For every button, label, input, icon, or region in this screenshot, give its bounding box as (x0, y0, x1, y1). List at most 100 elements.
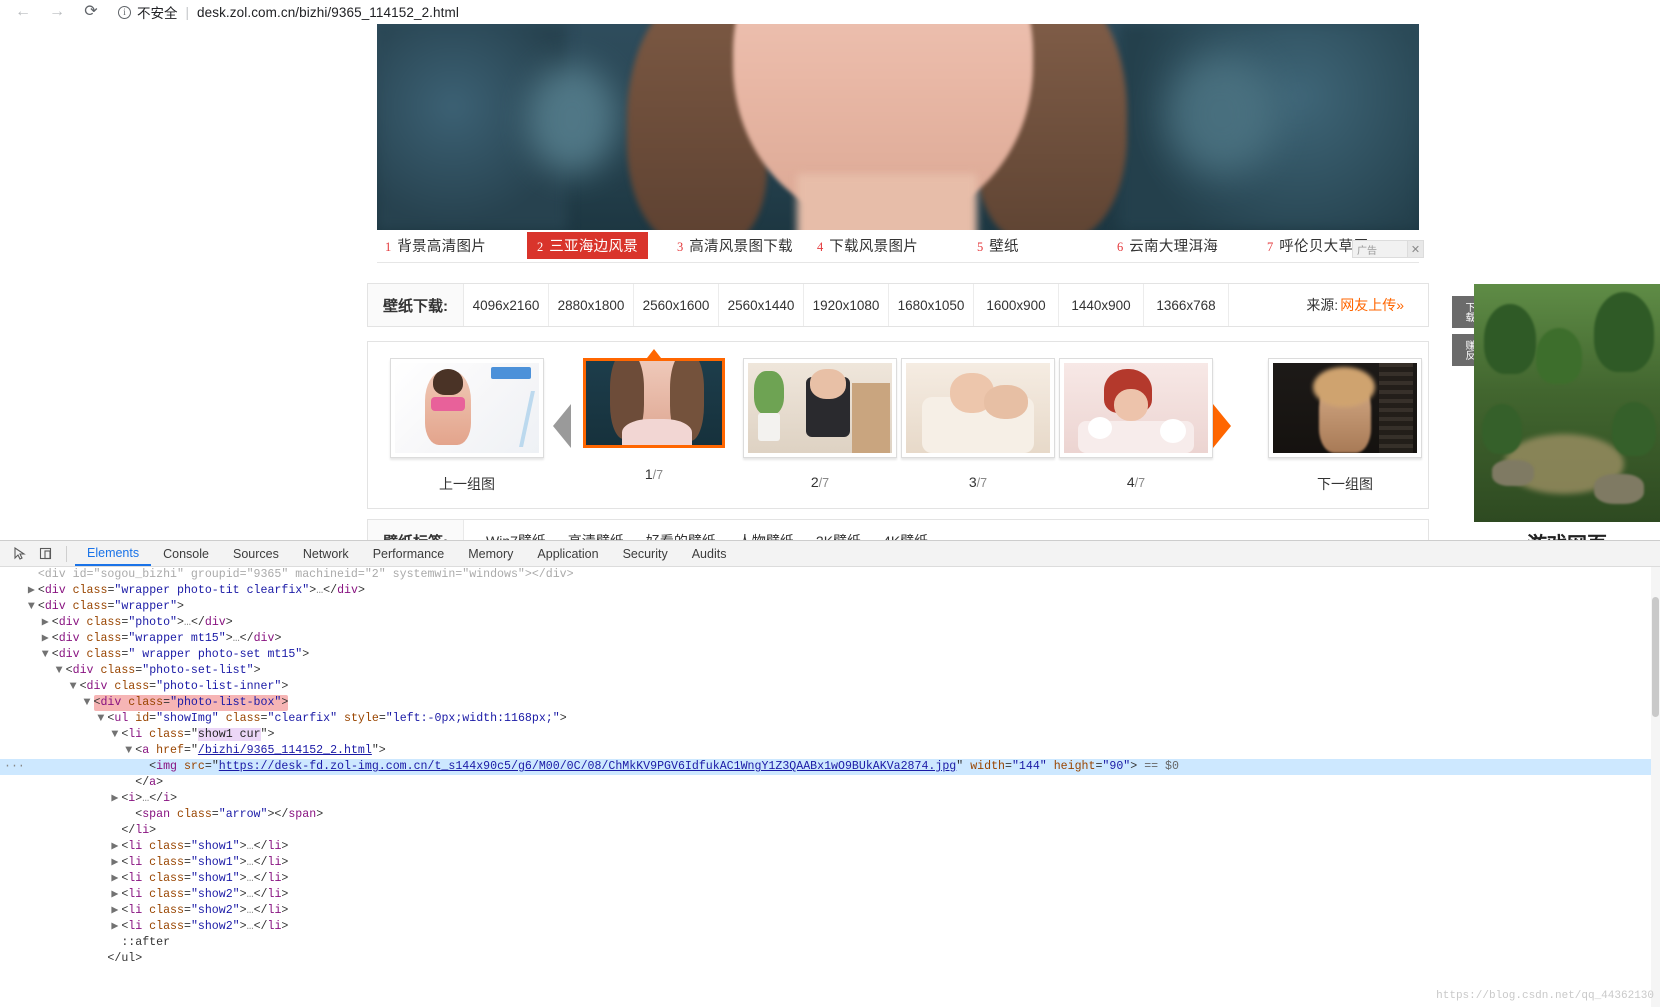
address-bar[interactable]: i 不安全 | desk.zol.com.cn/bizhi/9365_11415… (118, 1, 1654, 23)
dom-expand-triangle[interactable]: ▶ (42, 615, 52, 631)
dom-tree-row[interactable]: ▼<div class="photo-list-inner"> (0, 679, 1660, 695)
devtools-scrollbar-thumb[interactable] (1652, 597, 1659, 717)
tag-link[interactable]: Win7壁纸 (486, 531, 546, 540)
dom-expand-triangle[interactable]: ▶ (111, 919, 121, 935)
thumb-frame[interactable] (743, 358, 897, 458)
reload-icon[interactable]: ⟳ (74, 0, 108, 24)
thumbnail-cell-3[interactable]: 3/7 (901, 358, 1055, 490)
resolution-link[interactable]: 4096x2160 (464, 284, 549, 326)
tag-link[interactable]: 人物壁纸 (738, 531, 794, 540)
dom-tree-row[interactable]: ▶<li class="show2">…</li> (0, 919, 1660, 935)
dom-tree-row[interactable]: <span class="arrow"></span> (0, 807, 1660, 823)
thumbnail-cell-1[interactable]: 1/7 (583, 358, 725, 482)
resolution-link[interactable]: 1440x900 (1059, 284, 1144, 326)
devtools-tab-sources[interactable]: Sources (221, 541, 291, 566)
dom-expand-triangle[interactable] (97, 951, 107, 967)
dom-expand-triangle[interactable]: ▶ (111, 903, 121, 919)
dom-tree-row[interactable]: ▼<div class=" wrapper photo-set mt15"> (0, 647, 1660, 663)
tag-link[interactable]: 2K壁纸 (816, 531, 861, 540)
inspect-element-icon[interactable] (6, 542, 32, 566)
chevron-right-icon[interactable] (1213, 404, 1231, 448)
dom-expand-triangle[interactable]: ▼ (70, 679, 80, 695)
dom-expand-triangle[interactable]: ▼ (97, 711, 107, 727)
hero-wallpaper-image[interactable] (377, 24, 1419, 230)
thumbnail-cell-2[interactable]: 2/7 (743, 358, 897, 490)
devtools-tab-application[interactable]: Application (525, 541, 610, 566)
prev-group-caption[interactable]: 上一组图 (390, 474, 544, 494)
dom-tree-row[interactable]: ▼<ul id="showImg" class="clearfix" style… (0, 711, 1660, 727)
dom-expand-triangle[interactable]: ▶ (42, 631, 52, 647)
chevron-left-icon[interactable] (553, 404, 571, 448)
devtools-tab-audits[interactable]: Audits (680, 541, 739, 566)
thumb-frame[interactable] (1268, 358, 1422, 458)
dom-expand-triangle[interactable]: ▶ (111, 839, 121, 855)
dom-expand-triangle[interactable]: ▶ (111, 887, 121, 903)
dom-expand-triangle[interactable]: ▶ (28, 583, 38, 599)
thumb-frame[interactable] (901, 358, 1055, 458)
nav-keyword-3[interactable]: 3高清风景图下载 (677, 235, 793, 256)
dom-expand-triangle[interactable]: ▶ (111, 871, 121, 887)
dom-tree-row[interactable]: ··· <img src="https://desk-fd.zol-img.co… (0, 759, 1660, 775)
source-link[interactable]: 网友上传» (1340, 295, 1404, 315)
dom-tree-row[interactable]: ▼<div class="photo-list-box"> (0, 695, 1660, 711)
resolution-link[interactable]: 2880x1800 (549, 284, 634, 326)
dom-tree-row[interactable]: ▶<li class="show1">…</li> (0, 871, 1660, 887)
thumb-frame[interactable] (390, 358, 544, 458)
thumb-frame[interactable] (583, 358, 725, 448)
nav-keyword-4[interactable]: 4下载风景图片 (817, 235, 918, 256)
dom-tree-row[interactable]: ▶<div class="photo">…</div> (0, 615, 1660, 631)
dom-tree-row[interactable]: ▼<div class="wrapper"> (0, 599, 1660, 615)
dom-expand-triangle[interactable]: ▼ (56, 663, 66, 679)
site-info-icon[interactable]: i (118, 6, 131, 19)
resolution-link[interactable]: 1680x1050 (889, 284, 974, 326)
nav-keyword-1[interactable]: 1背景高清图片 (385, 235, 486, 256)
dom-expand-triangle[interactable]: ▼ (28, 599, 38, 615)
dom-tree-view[interactable]: <div id="sogou_bizhi" groupid="9365" mac… (0, 567, 1660, 1007)
dom-tree-row[interactable]: ▼<a href="/bizhi/9365_114152_2.html"> (0, 743, 1660, 759)
nav-keyword-6[interactable]: 6云南大理洱海 (1117, 235, 1218, 256)
dom-expand-triangle[interactable] (125, 775, 135, 791)
dom-tree-row[interactable]: ▶<div class="wrapper photo-tit clearfix"… (0, 583, 1660, 599)
side-ad-button[interactable]: 赚反 (1452, 334, 1476, 366)
forward-arrow-icon[interactable]: → (40, 0, 74, 24)
devtools-scrollbar-track[interactable] (1651, 567, 1660, 1007)
dom-expand-triangle[interactable] (125, 807, 135, 823)
side-ad-button[interactable]: 下载 (1452, 296, 1476, 328)
dom-tree-row[interactable]: </a> (0, 775, 1660, 791)
resolution-link[interactable]: 1920x1080 (804, 284, 889, 326)
dom-expand-triangle[interactable]: ▼ (111, 727, 121, 743)
devtools-tab-network[interactable]: Network (291, 541, 361, 566)
dom-expand-triangle[interactable]: ▼ (84, 695, 94, 711)
dom-expand-triangle[interactable]: ▼ (125, 743, 135, 759)
dom-tree-row[interactable]: ▶<li class="show1">…</li> (0, 839, 1660, 855)
dom-expand-triangle[interactable]: ▶ (111, 855, 121, 871)
dom-expand-triangle[interactable] (28, 567, 38, 583)
next-group-cell[interactable]: 下一组图 (1268, 358, 1422, 494)
next-group-caption[interactable]: 下一组图 (1268, 474, 1422, 494)
game-ad-image[interactable] (1474, 284, 1660, 522)
devtools-tab-performance[interactable]: Performance (361, 541, 457, 566)
dom-tree-row[interactable]: ▶<li class="show1">…</li> (0, 855, 1660, 871)
dom-tree-row[interactable]: ▶<i>…</i> (0, 791, 1660, 807)
back-arrow-icon[interactable]: ← (6, 0, 40, 24)
thumb-frame[interactable] (1059, 358, 1213, 458)
dom-tree-row[interactable]: ▼<li class="show1 cur"> (0, 727, 1660, 743)
devtools-tab-elements[interactable]: Elements (75, 541, 151, 566)
tag-link[interactable]: 高清壁纸 (568, 531, 624, 540)
dom-expand-triangle[interactable] (111, 935, 121, 951)
dom-expand-triangle[interactable] (111, 823, 121, 839)
close-icon[interactable]: ✕ (1407, 241, 1423, 257)
dom-tree-row[interactable]: ▶<li class="show2">…</li> (0, 903, 1660, 919)
resolution-link[interactable]: 1600x900 (974, 284, 1059, 326)
dom-tree-row[interactable]: </li> (0, 823, 1660, 839)
dom-expand-triangle[interactable] (139, 759, 149, 775)
dom-tree-row[interactable]: ▶<li class="show2">…</li> (0, 887, 1660, 903)
dom-tree-row[interactable]: ▼<div class="photo-set-list"> (0, 663, 1660, 679)
nav-keyword-5[interactable]: 5壁纸 (977, 235, 1019, 256)
devtools-tab-console[interactable]: Console (151, 541, 221, 566)
dom-tree-row[interactable]: ▶<div class="wrapper mt15">…</div> (0, 631, 1660, 647)
dom-expand-triangle[interactable]: ▼ (42, 647, 52, 663)
toggle-device-toolbar-icon[interactable] (32, 542, 58, 566)
resolution-link[interactable]: 2560x1600 (634, 284, 719, 326)
resolution-link[interactable]: 2560x1440 (719, 284, 804, 326)
